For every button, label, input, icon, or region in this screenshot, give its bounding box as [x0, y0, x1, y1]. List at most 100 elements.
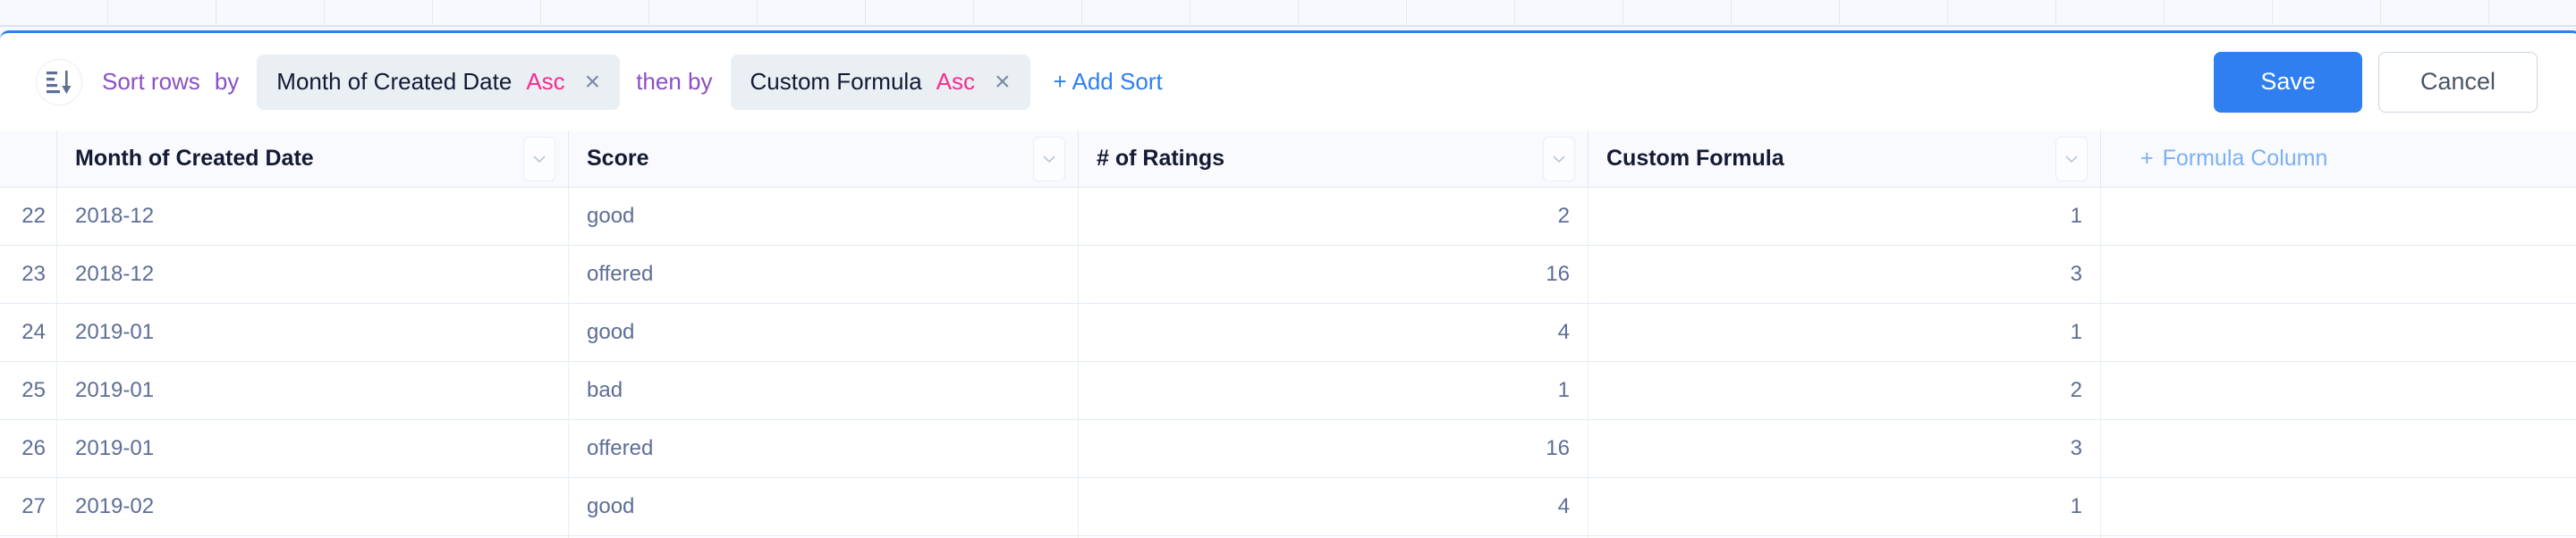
sort-by-label: by [214, 68, 240, 95]
cell-month-of-created-date[interactable]: 2019-01 [57, 304, 569, 361]
plus-icon: + [2140, 146, 2154, 171]
sort-pill-field-primary: Month of Created Date [276, 68, 513, 95]
ruler-tick [758, 0, 866, 25]
cell-number-of-ratings[interactable]: 1 [1079, 362, 1589, 419]
add-formula-column-text: Formula Column [2162, 146, 2328, 171]
chevron-down-icon[interactable] [2055, 137, 2088, 181]
sort-pill-direction-secondary[interactable]: Asc [936, 68, 975, 96]
cell-score[interactable]: good [569, 478, 1079, 535]
add-formula-column-button[interactable]: + Formula Column [2101, 130, 2576, 187]
column-header-number-of-ratings[interactable]: # of Ratings [1079, 130, 1589, 187]
column-header-month-of-created-date[interactable]: Month of Created Date [57, 130, 569, 187]
sort-toolbar-region: Sort rows by Month of Created Date Asc ×… [0, 27, 2576, 130]
ruler-tick [1840, 0, 1948, 25]
ruler-tick [866, 0, 974, 25]
cell-month-of-created-date[interactable]: 2019-01 [57, 362, 569, 419]
cell-number-of-ratings[interactable]: 4 [1079, 304, 1589, 361]
cell-score[interactable]: bad [569, 362, 1079, 419]
cell-empty[interactable] [2101, 362, 2576, 419]
table-row[interactable]: 26 2019-01 offered 16 3 [0, 420, 2576, 478]
ruler-tick [541, 0, 649, 25]
ruler-tick [216, 0, 325, 25]
cell-month-of-created-date[interactable]: 2018-12 [57, 188, 569, 245]
column-header-score[interactable]: Score [569, 130, 1079, 187]
table-row[interactable]: 23 2018-12 offered 16 3 [0, 246, 2576, 304]
sort-descending-icon[interactable] [36, 58, 82, 105]
add-sort-button[interactable]: + Add Sort [1054, 68, 1163, 96]
sort-pill-secondary[interactable]: Custom Formula Asc × [730, 54, 1030, 110]
row-number: 27 [0, 478, 57, 535]
cell-month-of-created-date[interactable]: 2018-12 [57, 246, 569, 303]
ruler-tick [1299, 0, 1407, 25]
cell-empty[interactable] [2101, 188, 2576, 245]
sort-configuration-screen: Sort rows by Month of Created Date Asc ×… [0, 0, 2576, 538]
ruler-tick [0, 0, 108, 25]
ruler-tick [1407, 0, 1515, 25]
ruler-tick [1732, 0, 1840, 25]
cell-empty[interactable] [2101, 478, 2576, 535]
chevron-down-icon[interactable] [523, 137, 555, 181]
table-row[interactable]: 24 2019-01 good 4 1 [0, 304, 2576, 362]
column-header-label: Month of Created Date [75, 146, 314, 171]
ruler-tick [2489, 0, 2576, 25]
grid-body: 22 2018-12 good 2 1 23 2018-12 offered 16 3 24 2019… [0, 188, 2576, 538]
ruler-tick [2056, 0, 2165, 25]
cell-empty[interactable] [2101, 420, 2576, 477]
cell-score[interactable]: good [569, 188, 1079, 245]
table-row[interactable]: 25 2019-01 bad 1 2 [0, 362, 2576, 420]
cell-custom-formula[interactable]: 2 [1589, 362, 2101, 419]
ruler-tick [433, 0, 541, 25]
row-number: 23 [0, 246, 57, 303]
sort-rows-label: Sort rows [102, 68, 200, 95]
ruler-tick [108, 0, 216, 25]
cell-number-of-ratings[interactable]: 2 [1079, 188, 1589, 245]
cell-number-of-ratings[interactable]: 16 [1079, 420, 1589, 477]
ruler-tick [1948, 0, 2056, 25]
ruler-tick [1082, 0, 1191, 25]
table-row[interactable]: 27 2019-02 good 4 1 [0, 478, 2576, 536]
sort-pill-primary[interactable]: Month of Created Date Asc × [257, 54, 621, 110]
cell-number-of-ratings[interactable]: 16 [1079, 246, 1589, 303]
cell-custom-formula[interactable]: 3 [1589, 246, 2101, 303]
column-ruler-strip [0, 0, 2576, 27]
cell-empty[interactable] [2101, 246, 2576, 303]
column-header-label: Custom Formula [1606, 146, 1784, 171]
ruler-tick [2165, 0, 2273, 25]
column-header-label: # of Ratings [1097, 146, 1225, 171]
ruler-tick [1191, 0, 1299, 25]
sort-pill-field-secondary: Custom Formula [750, 68, 922, 95]
ruler-tick [1515, 0, 1623, 25]
cell-custom-formula[interactable]: 1 [1589, 478, 2101, 535]
column-header-label: Score [587, 146, 649, 171]
then-by-label: then by [636, 68, 713, 95]
chevron-down-icon[interactable] [1543, 137, 1575, 181]
cell-month-of-created-date[interactable]: 2019-01 [57, 420, 569, 477]
row-number-header [0, 130, 57, 187]
cell-custom-formula[interactable]: 1 [1589, 304, 2101, 361]
cell-number-of-ratings[interactable]: 4 [1079, 478, 1589, 535]
remove-sort-secondary-icon[interactable]: × [989, 68, 1016, 96]
ruler-tick [1623, 0, 1732, 25]
row-number: 22 [0, 188, 57, 245]
chevron-down-icon[interactable] [1033, 137, 1065, 181]
ruler-tick [325, 0, 433, 25]
remove-sort-primary-icon[interactable]: × [580, 68, 606, 96]
cancel-button[interactable]: Cancel [2377, 51, 2538, 113]
row-number: 26 [0, 420, 57, 477]
cell-custom-formula[interactable]: 1 [1589, 188, 2101, 245]
grid-header-row: Month of Created Date Score # of Ratings [0, 130, 2576, 188]
cell-custom-formula[interactable]: 3 [1589, 420, 2101, 477]
table-row[interactable]: 22 2018-12 good 2 1 [0, 188, 2576, 246]
row-number: 24 [0, 304, 57, 361]
cell-score[interactable]: good [569, 304, 1079, 361]
ruler-tick [649, 0, 758, 25]
cell-score[interactable]: offered [569, 246, 1079, 303]
save-button[interactable]: Save [2214, 51, 2362, 113]
cell-month-of-created-date[interactable]: 2019-02 [57, 478, 569, 535]
cell-empty[interactable] [2101, 304, 2576, 361]
cell-score[interactable]: offered [569, 420, 1079, 477]
ruler-tick [2381, 0, 2489, 25]
ruler-tick [974, 0, 1082, 25]
column-header-custom-formula[interactable]: Custom Formula [1589, 130, 2101, 187]
sort-pill-direction-primary[interactable]: Asc [526, 68, 564, 96]
